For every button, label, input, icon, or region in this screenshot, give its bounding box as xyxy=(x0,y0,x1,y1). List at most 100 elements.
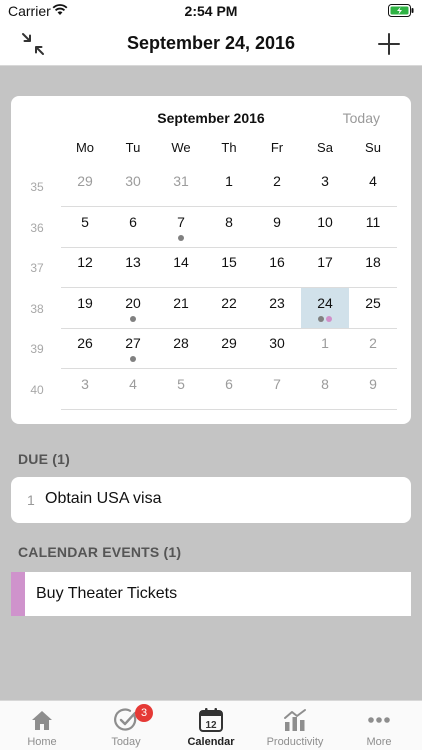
day-number: 8 xyxy=(225,213,233,230)
calendar-day[interactable]: 4 xyxy=(109,369,157,409)
plus-icon[interactable] xyxy=(376,31,402,57)
calendar-day[interactable]: 30 xyxy=(109,166,157,206)
today-button[interactable]: Today xyxy=(343,110,380,126)
status-bar: Carrier 2:54 PM xyxy=(0,0,422,22)
week-number: 40 xyxy=(30,382,44,397)
today-badge: 3 xyxy=(135,704,153,722)
calendar-day[interactable]: 27 xyxy=(109,328,157,368)
collapse-arrows-icon[interactable] xyxy=(20,31,46,57)
calendar-day[interactable]: 13 xyxy=(109,247,157,287)
calendar-day[interactable]: 15 xyxy=(205,247,253,287)
calendar-day[interactable]: 7 xyxy=(157,207,205,247)
tab-more[interactable]: More xyxy=(337,701,421,750)
calendar-day[interactable]: 6 xyxy=(205,369,253,409)
day-number: 24 xyxy=(317,294,333,311)
calendar-icon-number: 12 xyxy=(205,720,217,731)
calendar-day[interactable]: 8 xyxy=(205,207,253,247)
calendar-day[interactable]: 3 xyxy=(301,166,349,206)
calendar-day[interactable]: 23 xyxy=(253,288,301,328)
day-number: 14 xyxy=(173,254,189,270)
day-number: 8 xyxy=(321,375,329,392)
day-number: 6 xyxy=(129,213,137,230)
calendar-day[interactable]: 18 xyxy=(349,247,397,287)
weekday-label: We xyxy=(171,140,191,155)
event-item[interactable]: Buy Theater Tickets xyxy=(11,572,411,616)
calendar-day[interactable]: 29 xyxy=(205,328,253,368)
day-number: 9 xyxy=(369,375,377,392)
calendar-day[interactable]: 22 xyxy=(205,288,253,328)
calendar-day[interactable]: 1 xyxy=(205,166,253,206)
calendar-day[interactable]: 28 xyxy=(157,328,205,368)
weekday-label: Sa xyxy=(317,140,333,155)
calendar-day[interactable]: 17 xyxy=(301,247,349,287)
calendar-day[interactable]: 9 xyxy=(253,207,301,247)
day-number: 30 xyxy=(269,335,285,351)
week-number: 36 xyxy=(30,220,44,235)
calendar-day[interactable]: 2 xyxy=(349,328,397,368)
calendar-day[interactable]: 11 xyxy=(349,207,397,247)
calendar-day[interactable]: 10 xyxy=(301,207,349,247)
event-dots xyxy=(109,356,157,363)
calendar-day[interactable]: 20 xyxy=(109,288,157,328)
week-number: 35 xyxy=(30,180,44,194)
due-item[interactable]: 1 Obtain USA visa xyxy=(11,477,411,523)
more-dots-icon xyxy=(368,717,390,723)
calendar-day[interactable]: 3 xyxy=(61,369,109,409)
calendar-day[interactable]: 30 xyxy=(253,328,301,368)
week-number: 37 xyxy=(30,261,44,275)
calendar-day[interactable]: 29 xyxy=(61,166,109,206)
day-number: 1 xyxy=(225,173,233,189)
tab-productivity[interactable]: Productivity xyxy=(253,701,337,750)
calendar-day[interactable]: 12 xyxy=(61,247,109,287)
calendar-day-selected[interactable]: 24 xyxy=(301,287,349,328)
calendar-day[interactable]: 6 xyxy=(109,207,157,247)
calendar-day[interactable]: 9 xyxy=(349,369,397,409)
calendar-day[interactable]: 7 xyxy=(253,369,301,409)
day-number: 16 xyxy=(269,254,285,270)
day-number: 12 xyxy=(77,254,93,270)
day-number: 27 xyxy=(125,335,141,351)
day-number: 25 xyxy=(365,294,381,311)
nav-title: September 24, 2016 xyxy=(126,33,296,53)
calendar-day[interactable]: 5 xyxy=(61,207,109,247)
day-number: 7 xyxy=(273,375,281,392)
day-number: 18 xyxy=(365,254,381,270)
calendar-day[interactable]: 5 xyxy=(157,369,205,409)
day-number: 4 xyxy=(129,375,137,392)
day-number: 20 xyxy=(125,294,141,311)
tab-label: Today xyxy=(111,736,141,748)
due-item-title: Obtain USA visa xyxy=(45,490,162,507)
productivity-chart-icon xyxy=(284,709,306,731)
tab-bar: Home 3 Today 12 Calendar Productivity Mo… xyxy=(0,700,422,750)
calendar-day[interactable]: 19 xyxy=(61,288,109,328)
day-number: 31 xyxy=(173,173,189,189)
day-number: 6 xyxy=(225,375,233,392)
weekday-label: Th xyxy=(221,140,237,155)
calendar-day[interactable]: 8 xyxy=(301,369,349,409)
calendar-day[interactable]: 4 xyxy=(349,166,397,206)
calendar-day[interactable]: 1 xyxy=(301,328,349,368)
weekday-label: Mo xyxy=(75,140,95,155)
calendar-day[interactable]: 14 xyxy=(157,247,205,287)
calendar-day[interactable]: 21 xyxy=(157,288,205,328)
calendar-day[interactable]: 25 xyxy=(349,288,397,328)
tab-label: Productivity xyxy=(266,736,324,748)
calendar-day[interactable]: 31 xyxy=(157,166,205,206)
weekday-label: Su xyxy=(365,140,381,155)
day-number: 28 xyxy=(173,335,189,351)
day-number: 7 xyxy=(177,213,185,230)
tab-home[interactable]: Home xyxy=(0,701,84,750)
calendar-day[interactable]: 2 xyxy=(253,166,301,206)
day-number: 21 xyxy=(173,294,189,311)
tab-today[interactable]: 3 Today xyxy=(84,701,168,750)
calendar-day[interactable]: 16 xyxy=(253,247,301,287)
tab-calendar[interactable]: 12 Calendar xyxy=(169,701,253,750)
event-dot xyxy=(130,315,136,322)
day-number: 11 xyxy=(365,213,381,230)
day-number: 5 xyxy=(81,213,89,230)
day-number: 22 xyxy=(221,294,237,311)
events-section-header: CALENDAR EVENTS (1) xyxy=(18,544,182,560)
calendar-day[interactable]: 26 xyxy=(61,328,109,368)
day-number: 26 xyxy=(77,335,93,351)
event-dot xyxy=(130,356,136,362)
